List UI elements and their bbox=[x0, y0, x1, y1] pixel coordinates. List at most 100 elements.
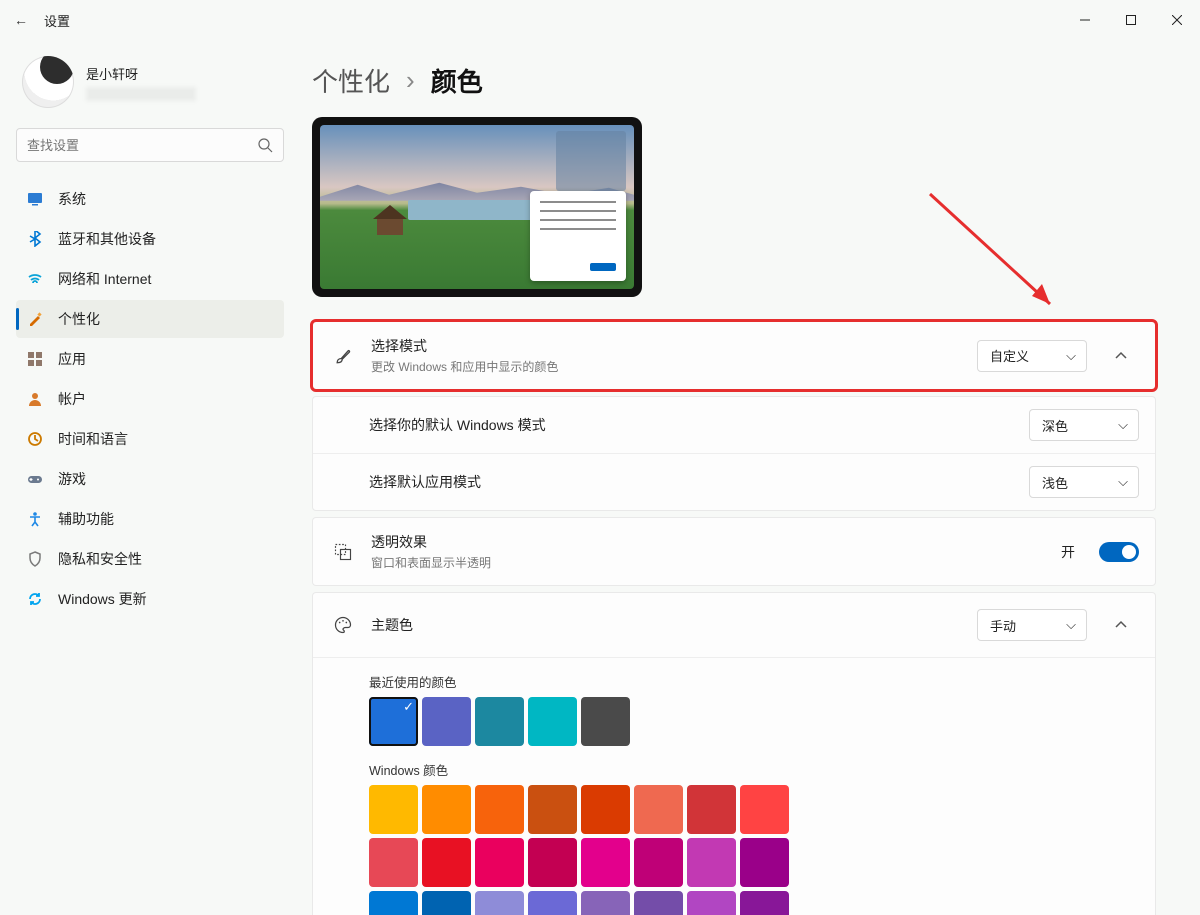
windows-swatch[interactable] bbox=[475, 838, 524, 887]
minimize-button[interactable] bbox=[1062, 0, 1108, 40]
mode-sub-card: 选择你的默认 Windows 模式 深色 ⌵ 选择默认应用模式 浅色 ⌵ bbox=[312, 396, 1156, 511]
windows-swatch[interactable] bbox=[475, 891, 524, 915]
avatar bbox=[22, 56, 74, 108]
mode-title: 选择模式 bbox=[371, 336, 961, 356]
mode-card: 选择模式 更改 Windows 和应用中显示的颜色 自定义 ⌵ bbox=[312, 321, 1156, 390]
windows-swatch[interactable] bbox=[369, 891, 418, 915]
breadcrumb-current: 颜色 bbox=[431, 62, 483, 99]
network-icon bbox=[26, 270, 44, 288]
recent-swatch[interactable] bbox=[422, 697, 471, 746]
windows-swatch[interactable] bbox=[634, 891, 683, 915]
transparency-toggle[interactable] bbox=[1099, 542, 1139, 562]
breadcrumb-parent[interactable]: 个性化 bbox=[312, 62, 390, 99]
windows-swatch[interactable] bbox=[528, 838, 577, 887]
recent-swatches bbox=[369, 697, 1139, 746]
sidebar-item-apps[interactable]: 应用 bbox=[16, 340, 284, 378]
transparency-subtitle: 窗口和表面显示半透明 bbox=[371, 554, 1045, 571]
windows-swatch[interactable] bbox=[369, 838, 418, 887]
toggle-label: 开 bbox=[1061, 542, 1075, 562]
accent-expander[interactable] bbox=[1103, 607, 1139, 643]
breadcrumb: 个性化 › 颜色 bbox=[312, 62, 1176, 99]
sidebar-item-system[interactable]: 系统 bbox=[16, 180, 284, 218]
app-mode-select[interactable]: 浅色 ⌵ bbox=[1029, 466, 1139, 498]
windows-swatch[interactable] bbox=[687, 785, 736, 834]
apps-icon bbox=[26, 350, 44, 368]
theme-preview bbox=[312, 117, 642, 297]
accent-title: 主题色 bbox=[371, 615, 961, 635]
sidebar-item-time[interactable]: 时间和语言 bbox=[16, 420, 284, 458]
back-button[interactable]: ← bbox=[14, 12, 28, 28]
recent-swatch[interactable] bbox=[581, 697, 630, 746]
accessibility-icon bbox=[26, 510, 44, 528]
windows-swatch[interactable] bbox=[422, 785, 471, 834]
recent-swatch[interactable] bbox=[528, 697, 577, 746]
profile-block[interactable]: 是小轩呀 bbox=[16, 40, 284, 128]
windows-mode-select[interactable]: 深色 ⌵ bbox=[1029, 409, 1139, 441]
sidebar-item-accessibility[interactable]: 辅助功能 bbox=[16, 500, 284, 538]
close-button[interactable] bbox=[1154, 0, 1200, 40]
chevron-down-icon: ⌵ bbox=[1118, 417, 1128, 433]
privacy-icon bbox=[26, 550, 44, 568]
sidebar-item-network[interactable]: 网络和 Internet bbox=[16, 260, 284, 298]
window-title: 设置 bbox=[44, 11, 70, 30]
update-icon bbox=[26, 590, 44, 608]
search-input[interactable] bbox=[27, 138, 257, 153]
search-box[interactable] bbox=[16, 128, 284, 162]
recent-swatch[interactable] bbox=[369, 697, 418, 746]
windows-swatch[interactable] bbox=[687, 891, 736, 915]
windows-mode-value: 深色 bbox=[1042, 416, 1068, 435]
chevron-down-icon: ⌵ bbox=[1118, 474, 1128, 490]
windows-swatch[interactable] bbox=[581, 838, 630, 887]
gaming-icon bbox=[26, 470, 44, 488]
windows-swatch[interactable] bbox=[581, 785, 630, 834]
recent-swatch[interactable] bbox=[475, 697, 524, 746]
sidebar-item-label: 隐私和安全性 bbox=[58, 549, 142, 569]
maximize-button[interactable] bbox=[1108, 0, 1154, 40]
windows-swatch[interactable] bbox=[369, 785, 418, 834]
app-mode-value: 浅色 bbox=[1042, 473, 1068, 492]
windows-swatch[interactable] bbox=[422, 838, 471, 887]
mode-expander[interactable] bbox=[1103, 338, 1139, 374]
sidebar-item-privacy[interactable]: 隐私和安全性 bbox=[16, 540, 284, 578]
sidebar-item-label: 辅助功能 bbox=[58, 509, 114, 529]
transparency-title: 透明效果 bbox=[371, 532, 1045, 552]
chevron-down-icon: ⌵ bbox=[1066, 617, 1076, 633]
sidebar-item-label: 帐户 bbox=[58, 389, 86, 409]
windows-swatch[interactable] bbox=[687, 838, 736, 887]
profile-name: 是小轩呀 bbox=[86, 64, 196, 83]
chevron-up-icon bbox=[1114, 349, 1128, 363]
annotation-arrow bbox=[920, 184, 1070, 324]
windows-swatches bbox=[369, 785, 799, 915]
sidebar-item-label: 蓝牙和其他设备 bbox=[58, 229, 156, 249]
windows-swatch[interactable] bbox=[740, 785, 789, 834]
sidebar-item-bluetooth[interactable]: 蓝牙和其他设备 bbox=[16, 220, 284, 258]
accounts-icon bbox=[26, 390, 44, 408]
sidebar-item-accounts[interactable]: 帐户 bbox=[16, 380, 284, 418]
windows-swatch[interactable] bbox=[740, 838, 789, 887]
chevron-up-icon bbox=[1114, 618, 1128, 632]
sidebar-item-label: 时间和语言 bbox=[58, 429, 128, 449]
windows-mode-label: 选择你的默认 Windows 模式 bbox=[369, 415, 1013, 435]
windows-swatch[interactable] bbox=[634, 785, 683, 834]
accent-select[interactable]: 手动 ⌵ bbox=[977, 609, 1087, 641]
personalization-icon bbox=[26, 310, 44, 328]
palette-icon bbox=[331, 613, 355, 637]
windows-swatch[interactable] bbox=[634, 838, 683, 887]
title-bar: ← 设置 bbox=[0, 0, 1200, 40]
sidebar-item-gaming[interactable]: 游戏 bbox=[16, 460, 284, 498]
windows-swatch[interactable] bbox=[422, 891, 471, 915]
sidebar-item-label: 应用 bbox=[58, 349, 86, 369]
windows-swatch[interactable] bbox=[528, 785, 577, 834]
mode-select-value: 自定义 bbox=[990, 346, 1029, 365]
sidebar-item-personalization[interactable]: 个性化 bbox=[16, 300, 284, 338]
mode-select[interactable]: 自定义 ⌵ bbox=[977, 340, 1087, 372]
transparency-card: 透明效果 窗口和表面显示半透明 开 bbox=[312, 517, 1156, 586]
mode-subtitle: 更改 Windows 和应用中显示的颜色 bbox=[371, 358, 961, 375]
windows-swatch[interactable] bbox=[528, 891, 577, 915]
windows-swatch[interactable] bbox=[581, 891, 630, 915]
accent-card: 主题色 手动 ⌵ 最近使用的颜色 Windows 颜色 bbox=[312, 592, 1156, 915]
windows-swatch[interactable] bbox=[475, 785, 524, 834]
sidebar-item-label: 个性化 bbox=[58, 309, 100, 329]
windows-swatch[interactable] bbox=[740, 891, 789, 915]
sidebar-item-update[interactable]: Windows 更新 bbox=[16, 580, 284, 618]
